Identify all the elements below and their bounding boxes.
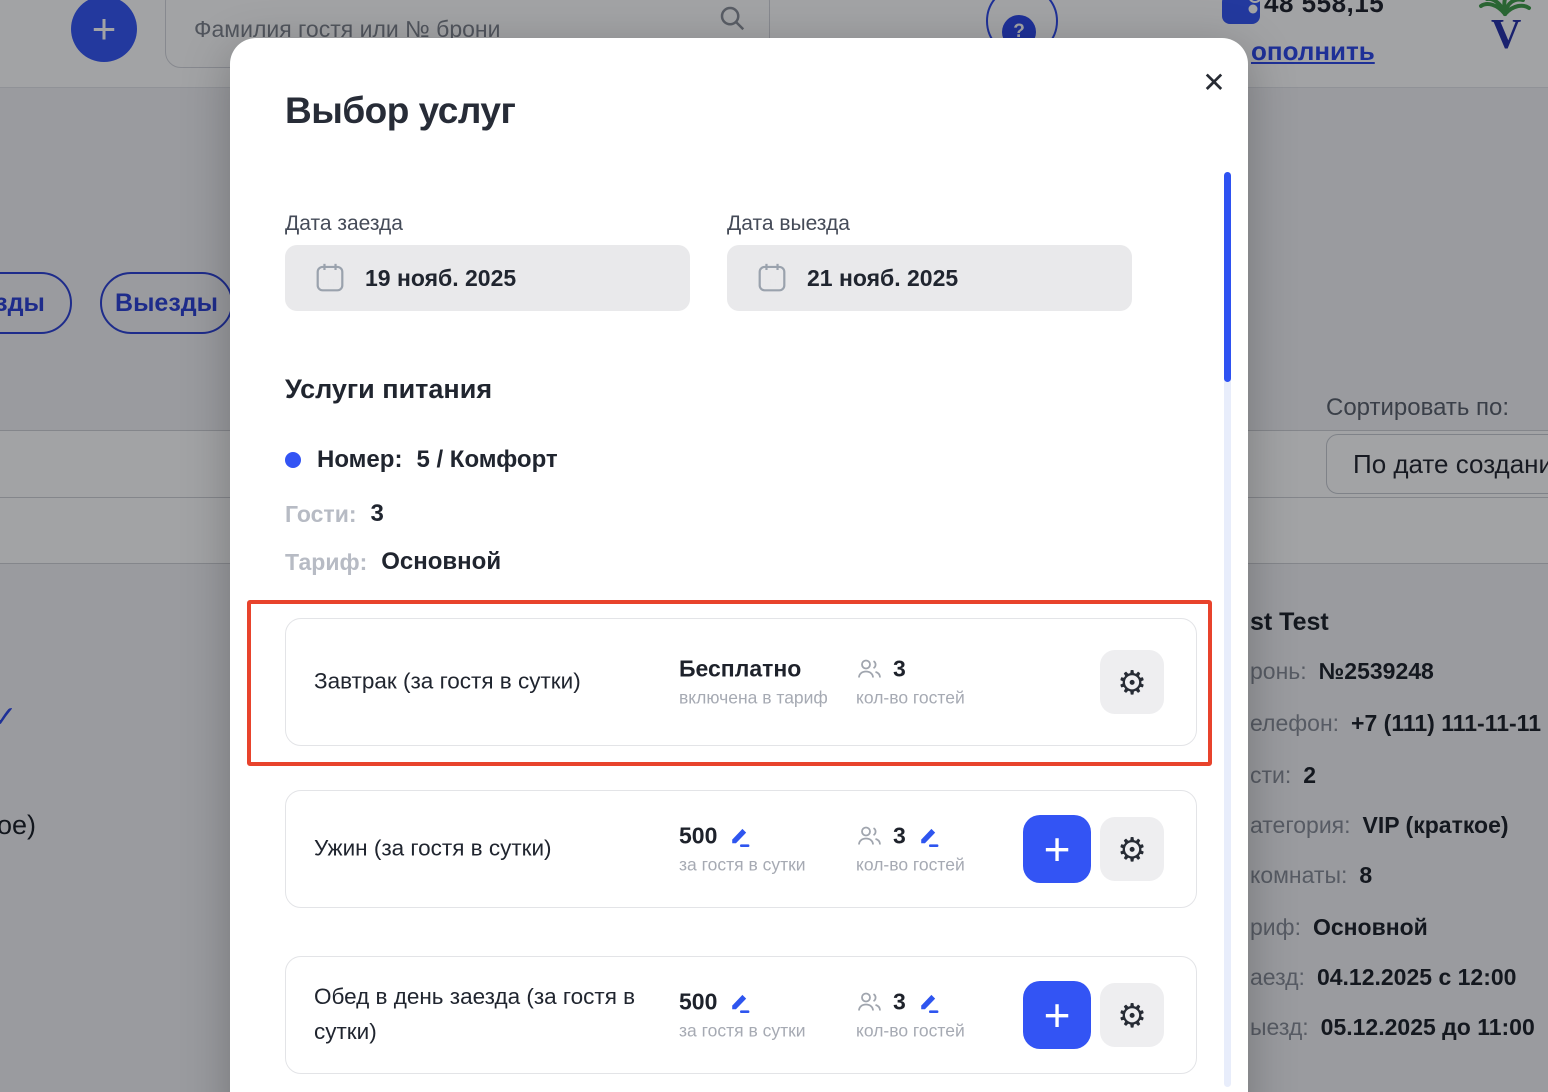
edit-price-icon[interactable]	[727, 824, 752, 849]
gear-icon: ⚙	[1117, 663, 1147, 702]
service-selection-modal: ✕ Выбор услуг Дата заезда Дата выезда 19…	[230, 38, 1248, 1092]
quantity-block: 3 кол-во гостей	[856, 823, 965, 876]
tariff-info-row: Тариф: Основной	[285, 548, 501, 576]
close-icon: ✕	[1202, 66, 1225, 99]
guests-info-row: Гости: 3	[285, 500, 384, 528]
close-button[interactable]: ✕	[1192, 62, 1236, 102]
edit-quantity-icon[interactable]	[916, 824, 941, 849]
checkout-date-field[interactable]: 21 нояб. 2025	[727, 245, 1132, 311]
quantity-block: 3 кол-во гостей	[856, 989, 965, 1042]
edit-quantity-icon[interactable]	[916, 990, 941, 1015]
add-service-button[interactable]: +	[1023, 815, 1091, 883]
calendar-icon	[315, 262, 345, 294]
add-service-button[interactable]: +	[1023, 981, 1091, 1049]
checkout-date-value: 21 нояб. 2025	[807, 265, 958, 292]
checkin-label: Дата заезда	[285, 212, 403, 236]
gear-icon: ⚙	[1117, 830, 1147, 869]
room-info-row: Номер: 5 / Комфорт	[285, 446, 558, 474]
service-row-dinner: Ужин (за гостя в сутки) 500 за гостя в с…	[285, 790, 1197, 908]
meals-section-title: Услуги питания	[285, 374, 492, 405]
app-canvas: + ?	[0, 0, 1548, 1092]
price-block: 500 за гостя в сутки	[679, 989, 806, 1042]
price-block: 500 за гостя в сутки	[679, 823, 806, 876]
edit-price-icon[interactable]	[727, 990, 752, 1015]
service-settings-button[interactable]: ⚙	[1100, 817, 1164, 881]
guests-icon	[856, 656, 883, 682]
plus-icon: +	[1044, 988, 1071, 1042]
guests-icon	[856, 989, 883, 1015]
quantity-block: 3 кол-во гостей	[856, 656, 965, 709]
price-block: Бесплатно включена в тариф	[679, 656, 828, 709]
checkin-date-value: 19 нояб. 2025	[365, 265, 516, 292]
modal-title: Выбор услуг	[285, 90, 515, 132]
service-row-breakfast: Завтрак (за гостя в сутки) Бесплатно вкл…	[285, 618, 1197, 746]
calendar-icon	[757, 262, 787, 294]
bullet-dot-icon	[285, 452, 301, 468]
checkin-date-field[interactable]: 19 нояб. 2025	[285, 245, 690, 311]
guests-icon	[856, 823, 883, 849]
service-settings-button[interactable]: ⚙	[1100, 650, 1164, 714]
service-row-lunch: Обед в день заезда (за гостя в сутки) 50…	[285, 956, 1197, 1074]
plus-icon: +	[1044, 822, 1071, 876]
gear-icon: ⚙	[1117, 996, 1147, 1035]
service-settings-button[interactable]: ⚙	[1100, 983, 1164, 1047]
checkout-label: Дата выезда	[727, 212, 850, 236]
modal-scrollbar-thumb[interactable]	[1224, 172, 1231, 382]
